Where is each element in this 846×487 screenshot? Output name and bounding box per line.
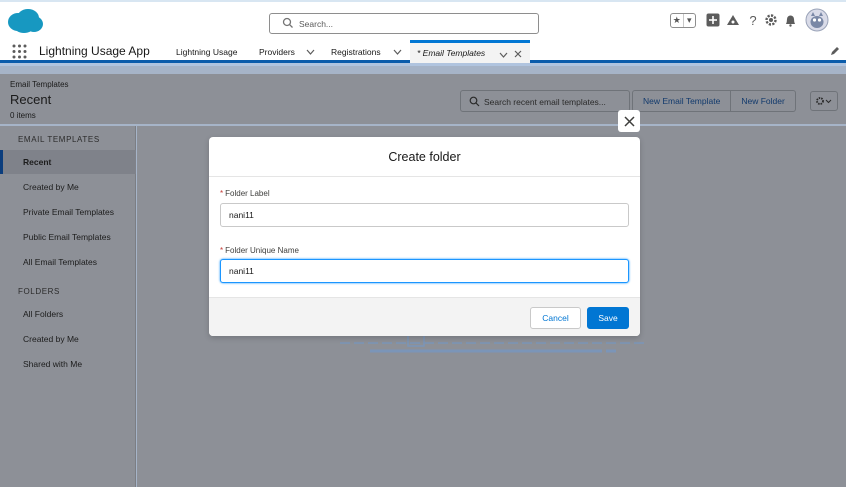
global-actions: ★ ▾ ? <box>666 8 846 36</box>
sidebar-item-created-by-me[interactable]: Created by Me <box>0 175 136 199</box>
search-templates-placeholder: Search recent email templates... <box>484 97 606 107</box>
navigation-bar: Lightning Usage App Lightning Usage Prov… <box>0 40 846 63</box>
search-templates-input[interactable]: Search recent email templates... <box>460 90 630 112</box>
sidebar-item-public-email-templates[interactable]: Public Email Templates <box>0 225 136 249</box>
nav-item-registrations[interactable]: Registrations <box>331 47 381 57</box>
object-label: Email Templates <box>10 80 69 89</box>
sidebar-item-recent[interactable]: Recent <box>0 150 136 174</box>
registrations-chevron-down-icon[interactable] <box>393 49 402 55</box>
save-button[interactable]: Save <box>587 307 629 329</box>
folder-label-input[interactable]: nani11 <box>220 203 629 227</box>
item-count: 0 items <box>10 111 36 120</box>
user-avatar[interactable] <box>804 7 830 33</box>
search-icon <box>282 17 293 28</box>
sidebar: EMAIL TEMPLATES Recent Created by Me Pri… <box>0 126 136 487</box>
providers-chevron-down-icon[interactable] <box>306 49 315 55</box>
modal-close-button[interactable] <box>618 110 640 132</box>
global-search-input[interactable]: Search... <box>269 13 539 34</box>
modal-title: Create folder <box>388 150 461 164</box>
folder-label-text: Folder Label <box>225 189 270 198</box>
search-icon <box>469 96 480 107</box>
required-marker: * <box>220 189 224 198</box>
required-marker: * <box>220 246 224 255</box>
favorites-button[interactable]: ★ ▾ <box>670 13 696 28</box>
salesforce-logo[interactable] <box>6 8 44 34</box>
close-icon <box>623 115 635 127</box>
app-name: Lightning Usage App <box>39 44 150 58</box>
new-folder-button[interactable]: New Folder <box>731 90 796 112</box>
app-launcher-icon[interactable] <box>12 44 27 59</box>
tab-email-templates[interactable]: * Email Templates <box>410 40 530 63</box>
modal-footer: Cancel Save <box>209 297 640 336</box>
modal-header: Create folder <box>209 137 640 177</box>
new-email-template-button[interactable]: New Email Template <box>632 90 732 112</box>
folder-label-field-label: * Folder Label <box>220 189 270 198</box>
trailhead-icon[interactable] <box>724 11 742 29</box>
nav-item-providers[interactable]: Providers <box>259 47 295 57</box>
sidebar-section-email-templates: EMAIL TEMPLATES <box>18 135 100 144</box>
tab-close-icon[interactable] <box>514 50 522 58</box>
favorites-star-icon[interactable]: ★ <box>671 14 684 27</box>
tab-email-templates-label: * Email Templates <box>417 48 486 58</box>
global-search-placeholder: Search... <box>299 19 334 29</box>
help-icon[interactable]: ? <box>744 11 762 29</box>
sidebar-item-folders-created-by-me[interactable]: Created by Me <box>0 327 136 351</box>
nav-item-lightning-usage[interactable]: Lightning Usage <box>176 47 237 57</box>
list-view-title: Recent <box>10 92 52 107</box>
global-header: Search... ★ ▾ ? <box>0 0 846 40</box>
tab-chevron-down-icon[interactable] <box>499 52 508 58</box>
sidebar-item-all-folders[interactable]: All Folders <box>0 302 136 326</box>
notifications-bell-icon[interactable] <box>781 11 799 29</box>
sidebar-item-all-email-templates[interactable]: All Email Templates <box>0 250 136 274</box>
favorites-dropdown-icon[interactable]: ▾ <box>684 14 696 27</box>
cancel-button[interactable]: Cancel <box>530 307 581 329</box>
folder-unique-name-field-label: * Folder Unique Name <box>220 246 299 255</box>
list-view-controls-button[interactable] <box>810 91 838 111</box>
add-icon[interactable] <box>704 11 722 29</box>
gear-icon <box>816 97 832 105</box>
page-header: Email Templates Recent 0 items Search re… <box>0 74 846 124</box>
sidebar-item-shared-with-me[interactable]: Shared with Me <box>0 352 136 376</box>
sidebar-item-private-email-templates[interactable]: Private Email Templates <box>0 200 136 224</box>
folder-unique-name-input[interactable]: nani11 <box>220 259 629 283</box>
folder-unique-name-text: Folder Unique Name <box>225 246 299 255</box>
setup-gear-icon[interactable] <box>762 11 780 29</box>
sidebar-section-folders: FOLDERS <box>18 287 60 296</box>
create-folder-modal: Create folder * Folder Label nani11 * Fold… <box>209 137 640 336</box>
edit-nav-pencil-icon[interactable] <box>829 46 840 57</box>
header-actions: New Email Template New Folder <box>632 90 796 112</box>
